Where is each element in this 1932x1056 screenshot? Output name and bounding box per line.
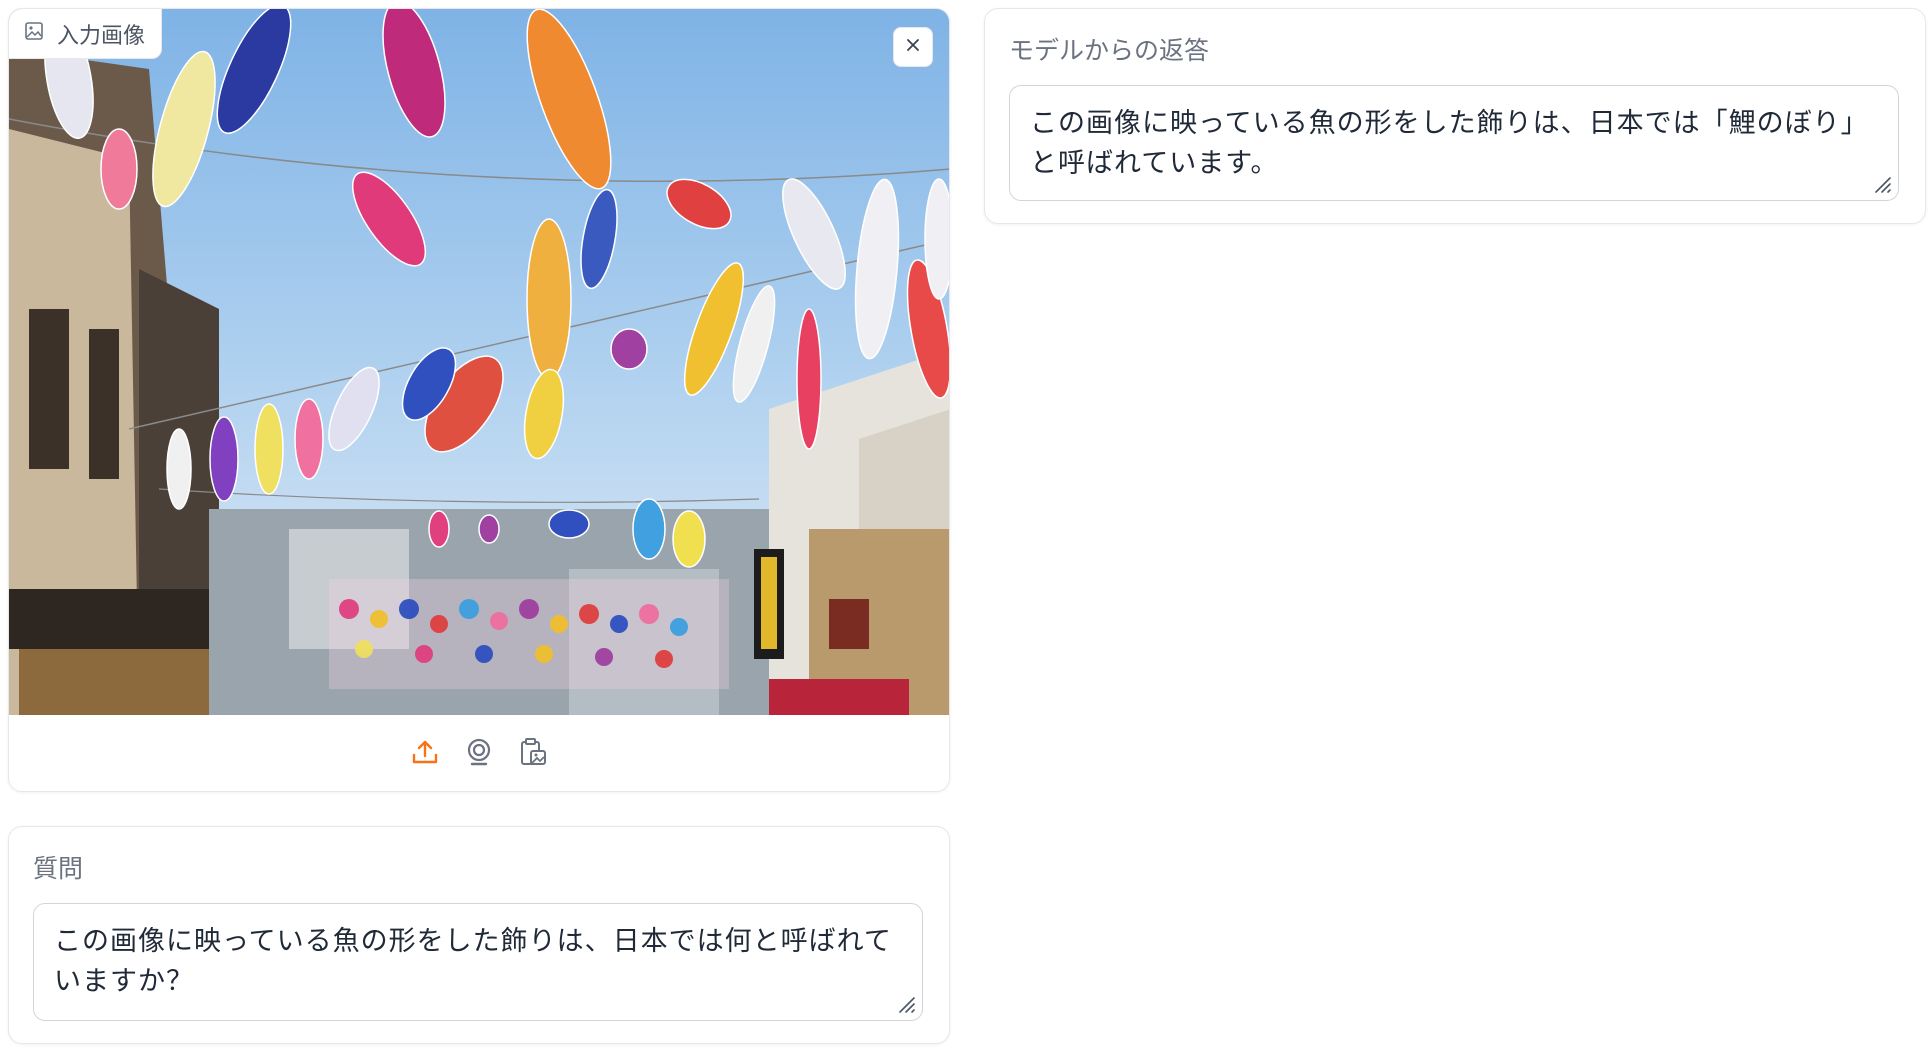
- image-icon: [25, 21, 43, 46]
- question-text: この画像に映っている魚の形をした飾りは、日本では何と呼ばれていますか？: [54, 926, 892, 997]
- answer-textarea[interactable]: この画像に映っている魚の形をした飾りは、日本では「鯉のぼり」と呼ばれています。: [1009, 85, 1899, 201]
- clear-image-button[interactable]: [893, 27, 933, 67]
- webcam-icon: [465, 738, 493, 770]
- koinobori-street-photo: [9, 9, 949, 715]
- answer-panel: モデルからの返答 この画像に映っている魚の形をした飾りは、日本では「鯉のぼり」と…: [984, 8, 1926, 224]
- resize-grip-icon[interactable]: [894, 992, 916, 1014]
- webcam-button[interactable]: [463, 738, 495, 770]
- answer-label: モデルからの返答: [1009, 36, 1210, 65]
- close-icon: [905, 37, 921, 57]
- resize-grip-icon[interactable]: [1870, 172, 1892, 194]
- question-textarea[interactable]: この画像に映っている魚の形をした飾りは、日本では何と呼ばれていますか？: [33, 903, 923, 1021]
- image-input-label-text: 入力画像: [57, 23, 146, 49]
- uploaded-image: 入力画像: [9, 9, 949, 715]
- clipboard-icon: [518, 737, 548, 771]
- image-source-toolbar: [9, 715, 949, 791]
- upload-icon: [411, 738, 439, 770]
- image-input-label: 入力画像: [9, 9, 163, 59]
- question-label: 質問: [33, 854, 84, 883]
- image-input-panel: 入力画像: [8, 8, 950, 792]
- answer-text: この画像に映っている魚の形をした飾りは、日本では「鯉のぼり」と呼ばれています。: [1030, 108, 1869, 179]
- paste-from-clipboard-button[interactable]: [517, 738, 549, 770]
- upload-button[interactable]: [409, 738, 441, 770]
- question-panel: 質問 この画像に映っている魚の形をした飾りは、日本では何と呼ばれていますか？: [8, 826, 950, 1044]
